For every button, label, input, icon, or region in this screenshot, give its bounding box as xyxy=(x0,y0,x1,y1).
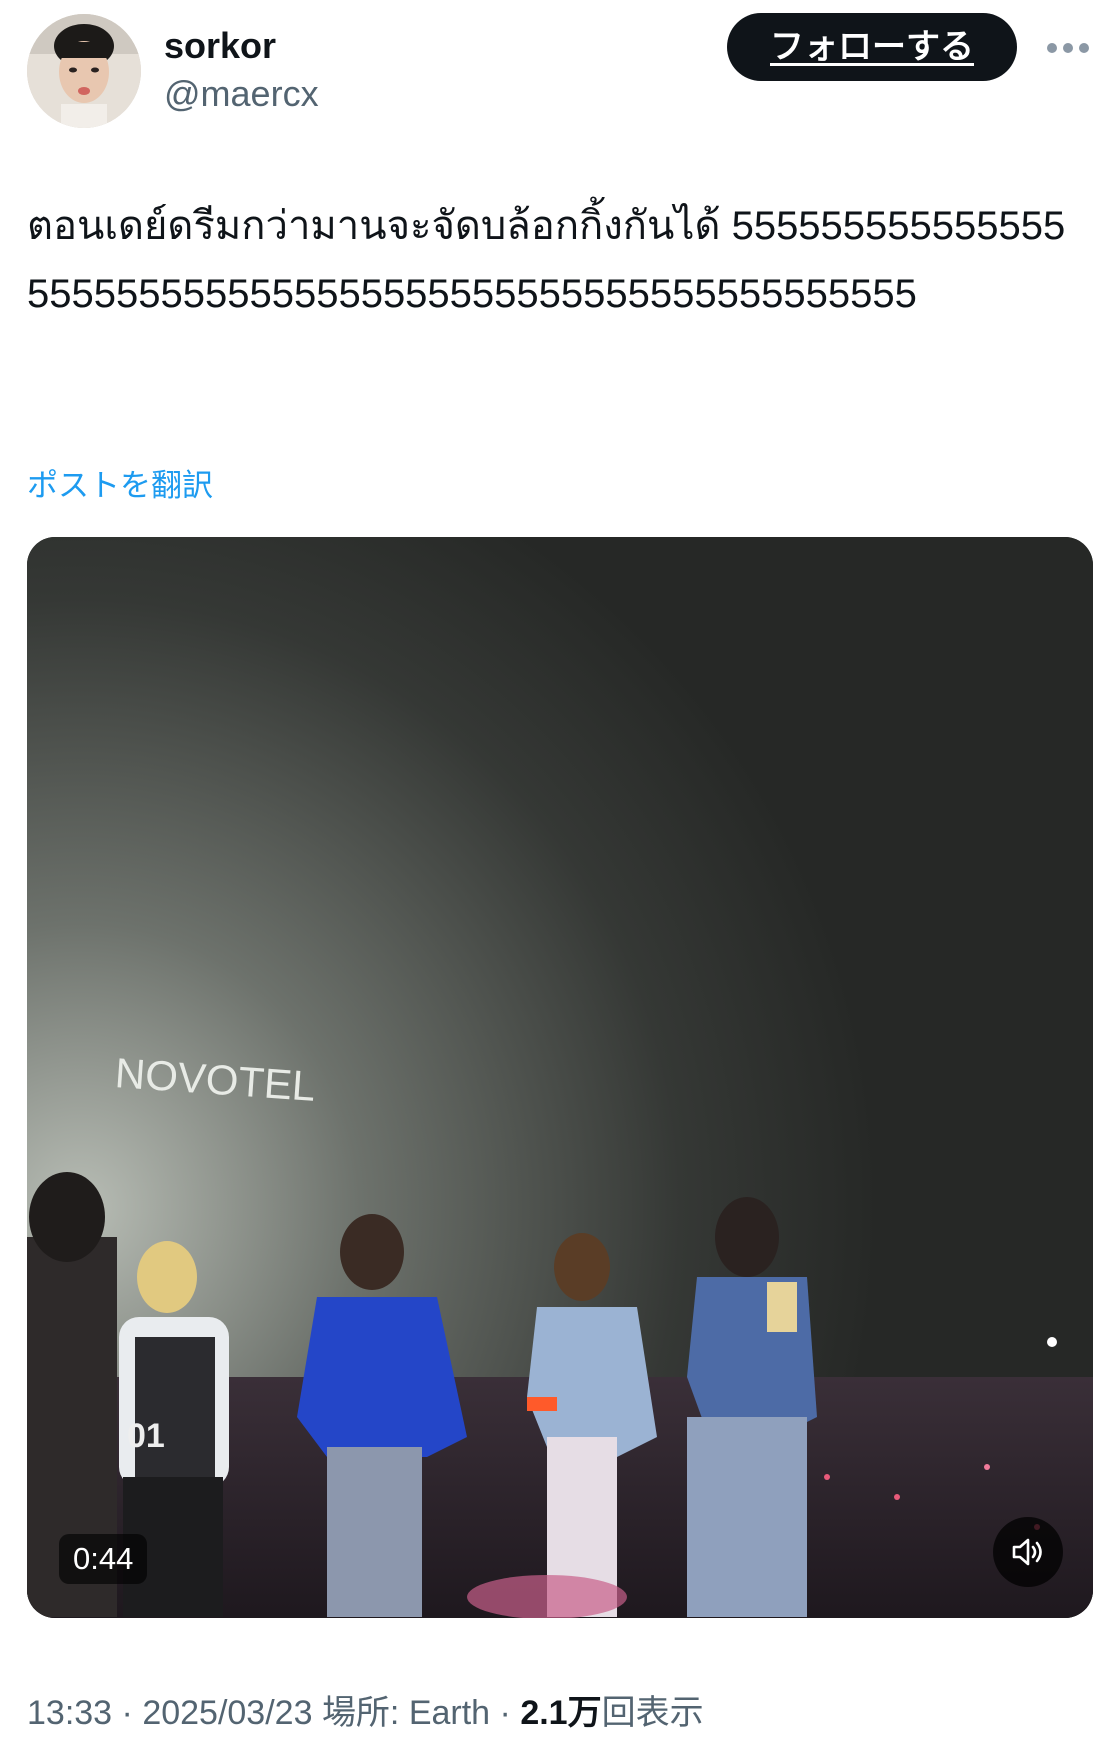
avatar[interactable] xyxy=(27,14,141,128)
video-player[interactable]: NOVOTEL 01 0:44 xyxy=(27,537,1093,1618)
jersey-number: 01 xyxy=(127,1417,165,1455)
more-horizontal-icon[interactable] xyxy=(1044,28,1092,68)
video-duration: 0:44 xyxy=(59,1534,148,1584)
views-label[interactable]: 回表示 xyxy=(602,1694,704,1732)
follow-button[interactable]: フォローする xyxy=(727,13,1017,81)
video-frame: NOVOTEL 01 xyxy=(27,537,1093,1618)
user-handle[interactable]: @maercx xyxy=(164,72,319,116)
tweet-date[interactable]: 2025/03/23 xyxy=(142,1694,312,1732)
views-count[interactable]: 2.1万 xyxy=(520,1694,601,1732)
tweet-meta: 13:33 · 2025/03/23 場所: Earth · 2.1万回表示 xyxy=(27,1690,704,1736)
speaker-muted-icon xyxy=(1012,1538,1042,1566)
avatar-image xyxy=(27,14,141,128)
tweet-location[interactable]: 場所: Earth xyxy=(322,1694,490,1732)
meta-separator: · xyxy=(112,1694,143,1732)
tweet-time[interactable]: 13:33 xyxy=(27,1694,112,1732)
tweet-text: ตอนเดย์ดรีมกว่ามานจะจัดบล้อกกิ้งกันได้ 5… xyxy=(27,204,1066,316)
meta-separator: · xyxy=(490,1694,521,1732)
translate-post-link[interactable]: ポストを翻訳 xyxy=(27,466,213,506)
mute-toggle-button[interactable] xyxy=(993,1517,1063,1587)
display-name[interactable]: sorkor xyxy=(164,24,276,68)
